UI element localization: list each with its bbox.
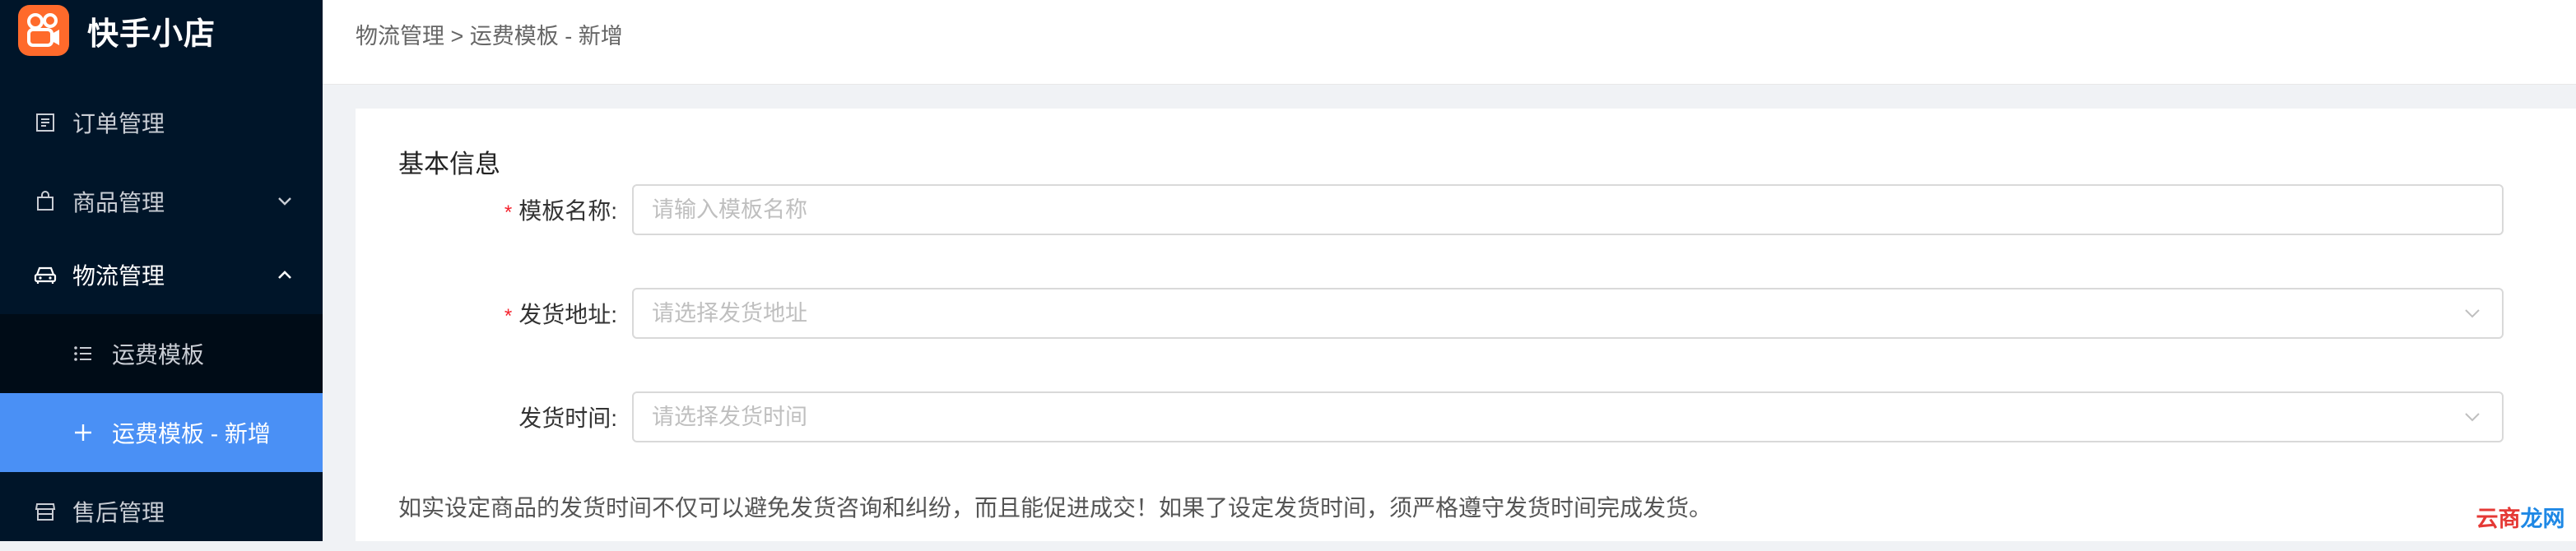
- required-mark: *: [504, 201, 513, 224]
- store-icon: [33, 499, 58, 524]
- list-icon: [72, 343, 94, 364]
- sidebar-subitem-new-shipping-template[interactable]: 运费模板 - 新增: [0, 393, 323, 472]
- sidebar-item-logistics[interactable]: 物流管理: [0, 235, 323, 314]
- order-list-icon: [33, 110, 58, 135]
- sidebar-subitem-label: 运费模板 - 新增: [112, 421, 271, 447]
- kuaishou-logo-icon: [18, 5, 69, 56]
- chevron-up-icon: [275, 265, 295, 285]
- watermark: 云商龙网: [2465, 498, 2576, 541]
- sidebar-item-label: 商品管理: [72, 190, 165, 215]
- ship-address-label: * 发货地址:: [504, 302, 617, 327]
- ship-address-row: * 发货地址: 请选择发货地址: [356, 288, 2576, 342]
- sidebar-item-label: 订单管理: [72, 111, 165, 137]
- ship-time-placeholder: 请选择发货时间: [652, 405, 807, 429]
- template-name-label: * 模板名称:: [504, 198, 617, 224]
- top-header: 物流管理 > 运费模板 - 新增: [323, 0, 2576, 85]
- shipping-time-note: 如实设定商品的发货时间不仅可以避免发货咨询和纠纷，而且能促进成交！如果了设定发货…: [398, 495, 1713, 521]
- template-name-row: * 模板名称:: [356, 184, 2576, 238]
- chevron-down-icon: [2462, 407, 2482, 427]
- chevron-down-icon: [275, 192, 295, 211]
- sidebar-item-label: 物流管理: [72, 263, 165, 289]
- sidebar-subitem-shipping-templates[interactable]: 运费模板: [0, 314, 323, 393]
- required-mark: *: [504, 305, 513, 327]
- ship-address-placeholder: 请选择发货地址: [652, 301, 807, 326]
- logo[interactable]: 快手小店: [18, 3, 216, 58]
- template-form-card: 基本信息 *模板名称: *发货地址: 请选择发货地址 发货时间: 请选择发货时间…: [356, 109, 2576, 541]
- sidebar-item-label: 售后管理: [72, 500, 165, 526]
- sidebar: 快手小店 订单管理 商品管理 物流管理 运费模板 运费模板 - 新增 售后管理: [0, 0, 323, 541]
- app-title: 快手小店: [87, 16, 216, 52]
- shopping-bag-icon: [33, 189, 58, 214]
- sidebar-item-orders[interactable]: 订单管理: [0, 83, 323, 162]
- template-name-input[interactable]: [632, 184, 2504, 235]
- sidebar-item-products[interactable]: 商品管理: [0, 162, 323, 241]
- sidebar-item-after-sales[interactable]: 售后管理: [0, 472, 323, 551]
- chevron-down-icon: [2462, 303, 2482, 323]
- breadcrumb: 物流管理 > 运费模板 - 新增: [356, 24, 623, 49]
- car-icon: [33, 262, 58, 287]
- ship-time-select[interactable]: 请选择发货时间: [632, 391, 2504, 442]
- ship-time-label: 发货时间:: [518, 405, 617, 431]
- sidebar-subitem-label: 运费模板: [112, 342, 205, 368]
- ship-time-row: 发货时间: 请选择发货时间: [356, 391, 2576, 446]
- section-title: 基本信息: [398, 150, 500, 178]
- ship-address-select[interactable]: 请选择发货地址: [632, 288, 2504, 339]
- plus-icon: [72, 422, 94, 443]
